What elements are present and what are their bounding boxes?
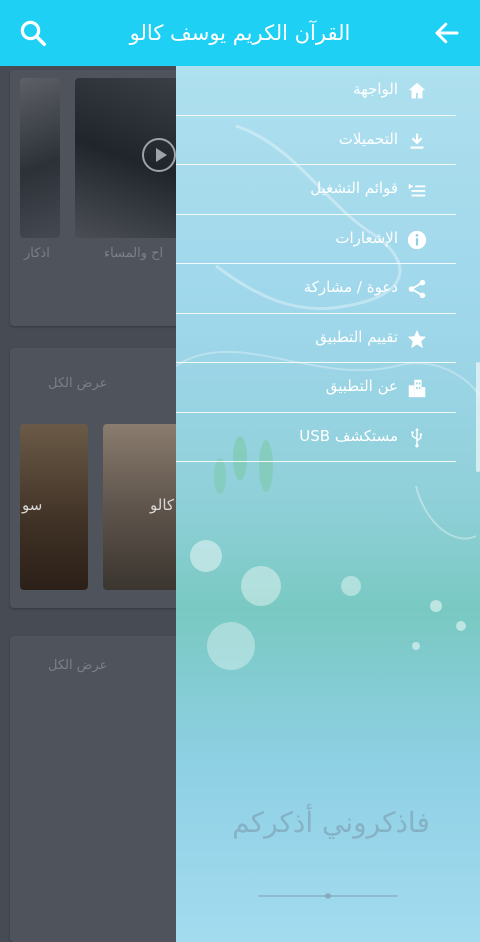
menu-item-label: الإشعارات [335, 228, 398, 247]
home-icon [406, 80, 428, 102]
menu-item-label: مستكشف USB [299, 426, 398, 445]
menu-item-label: عن التطبيق [325, 377, 398, 395]
building-icon [406, 377, 428, 399]
menu-item-label: دعوة / مشاركة [303, 278, 398, 296]
download-icon [406, 130, 428, 152]
calligraphy-text: فاذكروني أذكركم [232, 806, 430, 839]
share-icon [406, 278, 428, 300]
app-bar: القرآن الكريم يوسف كالو [0, 0, 480, 66]
card-title: اذكار [24, 246, 50, 261]
thumbnail-adhkar[interactable] [20, 78, 60, 238]
drawer-menu: الواجهة التحميلات قوائم التشغيل الإشعارا… [176, 66, 480, 462]
menu-item-rate[interactable]: تقييم التطبيق [176, 314, 456, 363]
menu-item-label: الواجهة [353, 80, 398, 98]
ornament-divider [258, 893, 398, 899]
menu-item-label: التحميلات [338, 129, 398, 148]
info-icon [406, 229, 428, 251]
menu-item-share[interactable]: دعوة / مشاركة [176, 264, 456, 314]
see-all-link[interactable]: عرض الكل [48, 658, 107, 673]
play-icon[interactable] [142, 138, 176, 172]
playlist-icon [406, 179, 428, 201]
menu-item-notifications[interactable]: الإشعارات [176, 215, 456, 264]
thumb-caption: كالو [150, 496, 175, 514]
usb-icon [406, 427, 428, 449]
menu-item-about[interactable]: عن التطبيق [176, 363, 456, 413]
section-card-3 [10, 636, 180, 942]
menu-item-usb-explorer[interactable]: مستكشف USB [176, 413, 456, 462]
menu-item-label: قوائم التشغيل [310, 179, 398, 197]
menu-item-playlists[interactable]: قوائم التشغيل [176, 165, 456, 215]
card-title: اح والمساء [104, 246, 164, 261]
app-title: القرآن الكريم يوسف كالو [129, 21, 351, 45]
drawer-scrollbar[interactable] [476, 362, 480, 472]
menu-item-label: تقييم التطبيق [315, 327, 398, 346]
menu-item-downloads[interactable]: التحميلات [176, 116, 456, 165]
menu-item-home[interactable]: الواجهة [176, 66, 456, 116]
arrow-back-icon[interactable] [432, 18, 462, 48]
star-icon [406, 328, 428, 350]
search-icon[interactable] [18, 18, 48, 48]
navigation-drawer: الواجهة التحميلات قوائم التشغيل الإشعارا… [176, 66, 480, 942]
thumb-caption: سو [22, 496, 43, 514]
see-all-link[interactable]: عرض الكل [48, 376, 107, 391]
